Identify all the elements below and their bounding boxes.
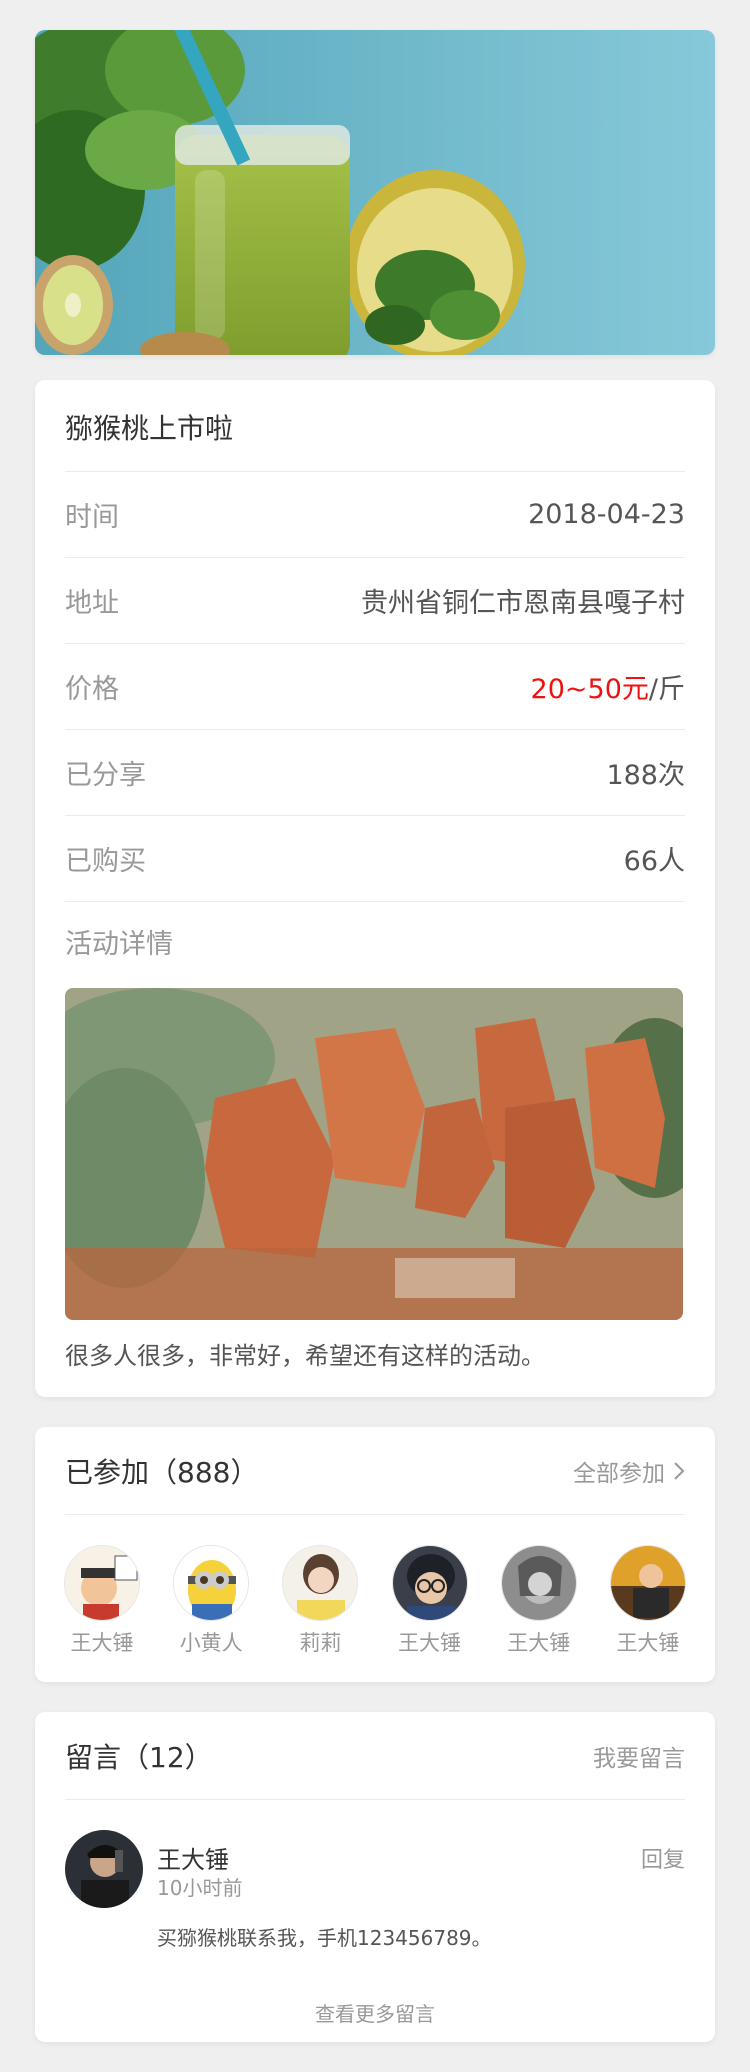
shared-value: 188次 <box>606 760 685 791</box>
cartoon-man-avatar-icon <box>65 1546 139 1620</box>
man-photo-avatar-icon <box>610 1546 685 1620</box>
purchased-label: 已购买 <box>65 846 146 877</box>
info-row-address: 地址 贵州省铜仁市恩南县嘎子村 <box>65 558 685 644</box>
member-item[interactable]: 王大锤 <box>387 1545 473 1657</box>
comment-time: 10小时前 <box>157 1876 243 1900</box>
avatar <box>500 1545 577 1621</box>
commenter-avatar-icon <box>65 1830 143 1908</box>
info-row-time: 时间 2018-04-23 <box>65 472 685 558</box>
avatar <box>173 1545 250 1621</box>
girl-avatar-icon <box>283 1546 358 1620</box>
member-item[interactable]: 莉莉 <box>277 1545 363 1657</box>
info-row-purchased: 已购买 66人 <box>65 816 685 902</box>
member-item[interactable]: 王大锤 <box>496 1545 582 1657</box>
chevron-right-icon <box>674 1461 685 1480</box>
member-name: 王大锤 <box>616 1631 680 1655</box>
avatar <box>282 1545 359 1621</box>
avatar <box>609 1545 686 1621</box>
time-label: 时间 <box>65 502 119 533</box>
all-joined-label: 全部参加 <box>573 1460 665 1487</box>
page: 猕猴桃上市啦 时间 2018-04-23 地址 贵州省铜仁市恩南县嘎子村 价格 … <box>0 0 750 2072</box>
address-value: 贵州省铜仁市恩南县嘎子村 <box>361 588 685 619</box>
member-name: 王大锤 <box>507 1631 571 1655</box>
avatar <box>64 1545 140 1621</box>
commenter-name: 王大锤 <box>157 1846 229 1874</box>
member-item[interactable]: 王大锤 <box>605 1545 691 1657</box>
joined-header: 已参加（888） 全部参加 <box>65 1427 685 1515</box>
detail-text: 很多人很多，非常好，希望还有这样的活动。 <box>65 1342 545 1370</box>
member-name: 王大锤 <box>398 1631 462 1655</box>
sketch-portrait-avatar-icon <box>501 1546 576 1620</box>
avatar <box>391 1545 468 1621</box>
member-name: 莉莉 <box>299 1631 342 1655</box>
hero-photo <box>35 30 715 355</box>
detail-label: 活动详情 <box>65 929 173 960</box>
hero-image[interactable] <box>35 30 715 355</box>
comments-header: 留言（12） 我要留言 <box>65 1712 685 1800</box>
joined-title: 已参加（888） <box>65 1455 259 1489</box>
leave-comment-link[interactable]: 我要留言 <box>593 1739 685 1773</box>
price-amount: 20~50元 <box>530 674 649 705</box>
price-label: 价格 <box>65 674 119 705</box>
joined-card: 已参加（888） 全部参加 王大锤 小黄人 莉莉 王大锤 王大锤 王大锤 <box>35 1427 715 1682</box>
minion-avatar-icon <box>174 1546 249 1620</box>
purchased-value: 66人 <box>623 846 685 877</box>
view-more-comments-link[interactable]: 查看更多留言 <box>65 1998 685 2027</box>
detail-photo <box>65 988 683 1320</box>
member-list: 王大锤 小黄人 莉莉 王大锤 王大锤 王大锤 <box>59 1515 691 1657</box>
info-row-shared: 已分享 188次 <box>65 730 685 816</box>
price-unit: /斤 <box>648 674 685 705</box>
detail-image[interactable] <box>65 988 683 1320</box>
comment-text: 买猕猴桃联系我，手机123456789。 <box>157 1926 492 1950</box>
member-item[interactable]: 王大锤 <box>59 1545 145 1657</box>
address-label: 地址 <box>65 588 119 619</box>
anime-boy-avatar-icon <box>392 1546 467 1620</box>
comments-title: 留言（12） <box>65 1740 213 1774</box>
member-name: 王大锤 <box>70 1631 134 1655</box>
event-info-card: 猕猴桃上市啦 时间 2018-04-23 地址 贵州省铜仁市恩南县嘎子村 价格 … <box>35 380 715 1397</box>
time-value: 2018-04-23 <box>528 499 685 530</box>
info-row-price: 价格 20~50元/斤 <box>65 644 685 730</box>
shared-label: 已分享 <box>65 760 146 791</box>
reply-button[interactable]: 回复 <box>641 1842 685 1874</box>
price-value: 20~50元/斤 <box>531 667 685 706</box>
avatar[interactable] <box>65 1830 143 1908</box>
comment-item: 王大锤 10小时前 回复 买猕猴桃联系我，手机123456789。 <box>65 1800 685 1960</box>
member-item[interactable]: 小黄人 <box>168 1545 254 1657</box>
comments-card: 留言（12） 我要留言 王大锤 10小时前 回复 买猕猴桃联系我，手机12345… <box>35 1712 715 2042</box>
all-joined-link[interactable]: 全部参加 <box>573 1454 685 1488</box>
member-name: 小黄人 <box>179 1631 243 1655</box>
event-title: 猕猴桃上市啦 <box>65 380 685 472</box>
